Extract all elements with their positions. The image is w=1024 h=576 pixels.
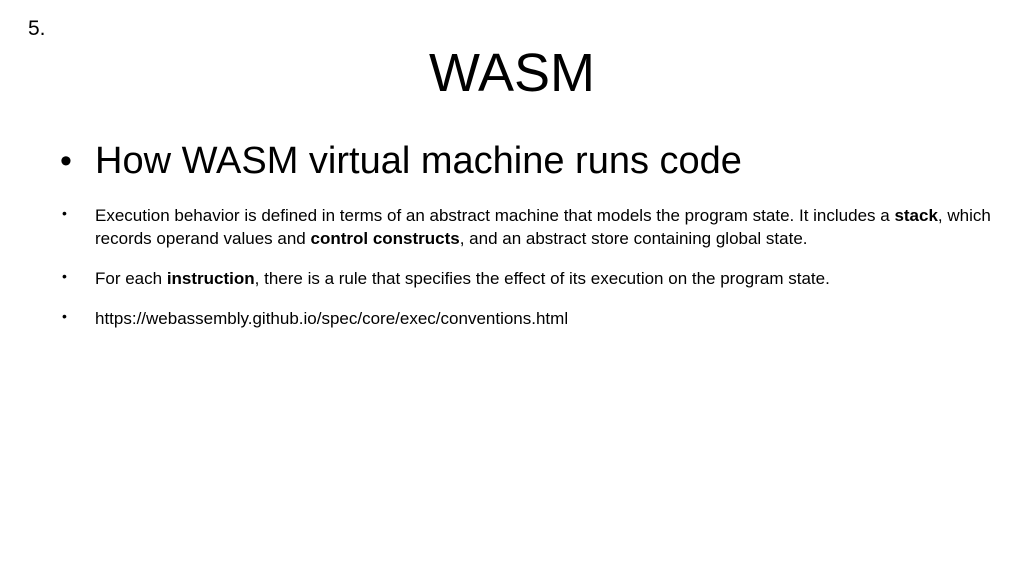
text-run: , and an abstract store containing globa… (459, 229, 808, 248)
bullet-item-url: • https://webassembly.github.io/spec/cor… (60, 307, 1000, 330)
text-run: For each (95, 269, 167, 288)
bullet-list: • How WASM virtual machine runs code • E… (60, 134, 1000, 347)
bullet-dot-icon: • (62, 268, 67, 284)
bullet-item-heading: • How WASM virtual machine runs code (60, 134, 1000, 188)
bullet-dot-icon: • (62, 308, 67, 324)
bullet-item-execution: • Execution behavior is defined in terms… (60, 204, 1000, 250)
slide-title: WASM (429, 43, 595, 103)
bold-term-stack: stack (894, 206, 938, 225)
text-run: Execution behavior is defined in terms o… (95, 206, 895, 225)
slide-number: 5. (28, 17, 46, 40)
bold-term-control-constructs: control constructs (310, 229, 460, 248)
bold-term-instruction: instruction (166, 269, 255, 288)
bullet-item-instruction: • For each instruction, there is a rule … (60, 267, 1000, 290)
bullet-text: Execution behavior is defined in terms o… (95, 206, 991, 248)
spec-url-text: https://webassembly.github.io/spec/core/… (95, 309, 569, 328)
bullet-text: For each instruction, there is a rule th… (95, 269, 830, 288)
bullet-dot-icon: • (60, 142, 72, 180)
bullet-heading-text: How WASM virtual machine runs code (95, 140, 742, 182)
text-run: , there is a rule that specifies the eff… (254, 269, 830, 288)
bullet-dot-icon: • (62, 205, 67, 221)
